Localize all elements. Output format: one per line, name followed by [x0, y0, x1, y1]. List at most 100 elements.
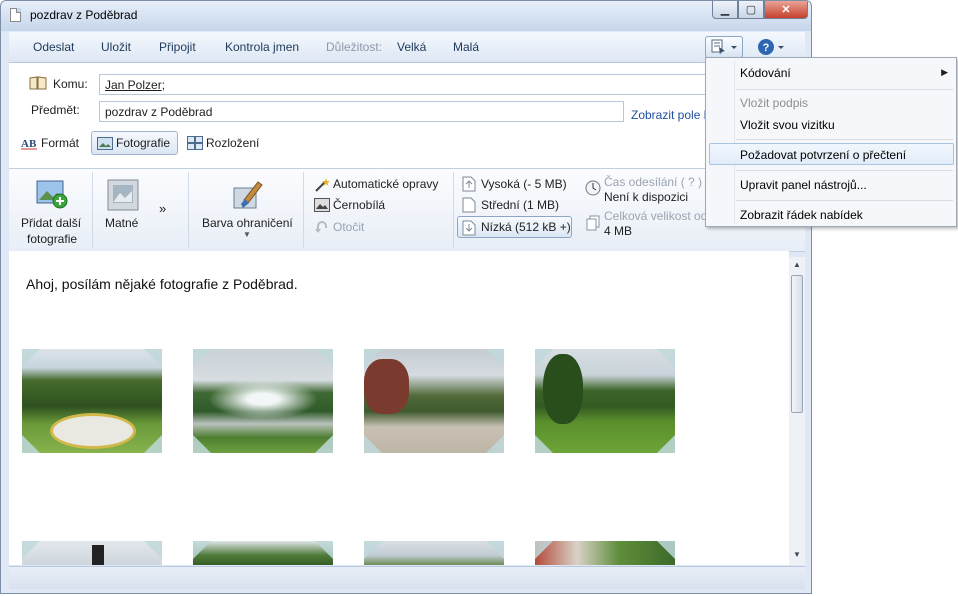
photo-5[interactable] [22, 541, 162, 565]
total-size-value: 4 MB [604, 224, 633, 238]
border-color-label: Barva ohraničení [202, 216, 293, 230]
menu-item-show-menu-bar[interactable]: Zobrazit řádek nabídek [740, 208, 863, 222]
help-dropdown-button[interactable]: ? [757, 38, 787, 59]
scroll-up-icon[interactable]: ▲ [793, 260, 801, 269]
minimize-button[interactable]: ▁ [712, 1, 738, 19]
photo-7[interactable] [364, 541, 504, 565]
photo-2[interactable] [193, 349, 333, 453]
menu-item-insert-signature: Vložit podpis [740, 96, 809, 110]
photo-6[interactable] [193, 541, 333, 565]
options-icon [711, 39, 737, 55]
to-field[interactable]: Jan Polzer; [99, 74, 709, 95]
message-body[interactable]: Ahoj, posílám nějaké fotografie z Poděbr… [9, 251, 789, 565]
mail-window: pozdrav z Poděbrad ▁ ▢ ✕ Odeslat Uložit … [0, 0, 812, 594]
files-icon [586, 215, 600, 231]
menu-item-encoding[interactable]: Kódování [740, 66, 791, 80]
photo-icon [97, 136, 113, 150]
subject-value: pozdrav z Poděbrad [105, 105, 213, 119]
format-icon: AB [21, 138, 37, 150]
photo-8[interactable] [535, 541, 675, 565]
ribbon-separator [453, 172, 454, 248]
show-fields-link[interactable]: Zobrazit pole k [631, 108, 710, 122]
importance-high-button[interactable]: Velká [397, 40, 426, 54]
total-size-label: Celková velikost od [604, 209, 708, 223]
check-names-button[interactable]: Kontrola jmen [225, 40, 299, 54]
menu-separator [736, 200, 953, 201]
page-icon [462, 197, 476, 213]
paint-brush-icon [233, 181, 263, 209]
body-text[interactable]: Ahoj, posílám nějaké fotografie z Poděbr… [26, 276, 298, 292]
options-dropdown-button[interactable] [705, 36, 743, 58]
size-low-option[interactable]: Nízká (512 kB +) [457, 216, 572, 238]
attach-button[interactable]: Připojit [159, 40, 196, 54]
message-header: Komu: Jan Polzer; Předmět: pozdrav z Pod… [9, 63, 805, 168]
menu-gutter [734, 61, 735, 223]
help-icon: ? [758, 39, 784, 55]
size-low-label: Nízká (512 kB +) [481, 220, 571, 234]
vertical-scrollbar[interactable]: ▲ ▼ [789, 257, 805, 565]
page-down-icon [462, 220, 476, 236]
svg-text:?: ? [763, 42, 770, 54]
importance-low-button[interactable]: Malá [453, 40, 479, 54]
photo-3[interactable] [364, 349, 504, 453]
window-title: pozdrav z Poděbrad [30, 8, 138, 22]
photo-1[interactable] [22, 349, 162, 453]
importance-label: Důležitost: [326, 40, 383, 54]
size-medium-label: Střední (1 MB) [481, 198, 560, 212]
add-photos-label-1: Přidat další [21, 216, 82, 230]
rotate-icon [315, 221, 327, 233]
add-photos-label-2: fotografie [27, 232, 78, 246]
photo-ribbon: Přidat další fotografie Matné » Barva oh… [9, 168, 805, 252]
chevron-down-icon: ▼ [243, 230, 251, 239]
window-controls: ▁ ▢ ✕ [712, 1, 808, 20]
page-up-icon [462, 176, 476, 192]
tab-format[interactable]: AB Formát [21, 131, 79, 155]
scroll-down-icon[interactable]: ▼ [793, 550, 801, 559]
more-styles-button[interactable]: » [159, 201, 166, 216]
ribbon-separator [92, 172, 93, 248]
matte-style-button[interactable]: Matné [97, 173, 149, 247]
scroll-thumb[interactable] [791, 275, 803, 413]
ribbon-separator [303, 172, 304, 248]
submenu-arrow-icon: ▶ [941, 67, 948, 77]
send-time-label: Čas odesílání ( ? ) [604, 175, 703, 189]
tab-layout-label: Rozložení [206, 136, 260, 150]
tab-photos-label: Fotografie [116, 136, 171, 150]
address-book-icon[interactable] [29, 76, 47, 90]
options-menu: Kódování ▶ Vložit podpis Vložit svou viz… [705, 57, 957, 227]
border-color-button[interactable]: Barva ohraničení ▼ [195, 173, 301, 247]
black-white-icon [314, 198, 330, 212]
menu-separator [736, 170, 953, 171]
photo-4[interactable] [535, 349, 675, 453]
maximize-button[interactable]: ▢ [738, 1, 764, 19]
magic-wand-icon [315, 178, 330, 192]
layout-icon [187, 136, 203, 150]
document-icon [10, 8, 21, 22]
tab-format-label: Formát [41, 136, 80, 150]
save-button[interactable]: Uložit [101, 40, 131, 54]
auto-fix-label: Automatické opravy [333, 177, 439, 191]
to-label: Komu: [53, 77, 88, 91]
menu-item-read-receipt[interactable]: Požadovat potvrzení o přečtení [740, 148, 906, 162]
title-bar: pozdrav z Poděbrad ▁ ▢ ✕ [1, 1, 811, 31]
svg-text:AB: AB [21, 138, 37, 150]
menu-separator [736, 139, 953, 140]
main-toolbar: Odeslat Uložit Připojit Kontrola jmen Dů… [9, 32, 805, 63]
menu-item-insert-card[interactable]: Vložit svou vizitku [740, 118, 835, 132]
matte-label: Matné [105, 216, 139, 230]
size-high-label: Vysoká (- 5 MB) [481, 177, 567, 191]
add-photos-button[interactable]: Přidat další fotografie [13, 173, 93, 247]
tab-layout[interactable]: Rozložení [187, 131, 259, 155]
rotate-label: Otočit [333, 220, 365, 234]
close-button[interactable]: ✕ [764, 1, 808, 19]
subject-field[interactable]: pozdrav z Poděbrad [99, 101, 624, 122]
tab-photos[interactable]: Fotografie [91, 131, 178, 155]
send-button[interactable]: Odeslat [33, 40, 74, 54]
clock-icon [585, 180, 601, 196]
black-white-label: Černobílá [333, 198, 386, 212]
menu-item-customize-toolbar[interactable]: Upravit panel nástrojů... [740, 178, 867, 192]
recipient-separator: ; [161, 78, 166, 92]
recipient-name[interactable]: Jan Polzer [105, 78, 162, 92]
status-bar [9, 566, 805, 589]
send-time-value: Není k dispozici [604, 190, 689, 204]
